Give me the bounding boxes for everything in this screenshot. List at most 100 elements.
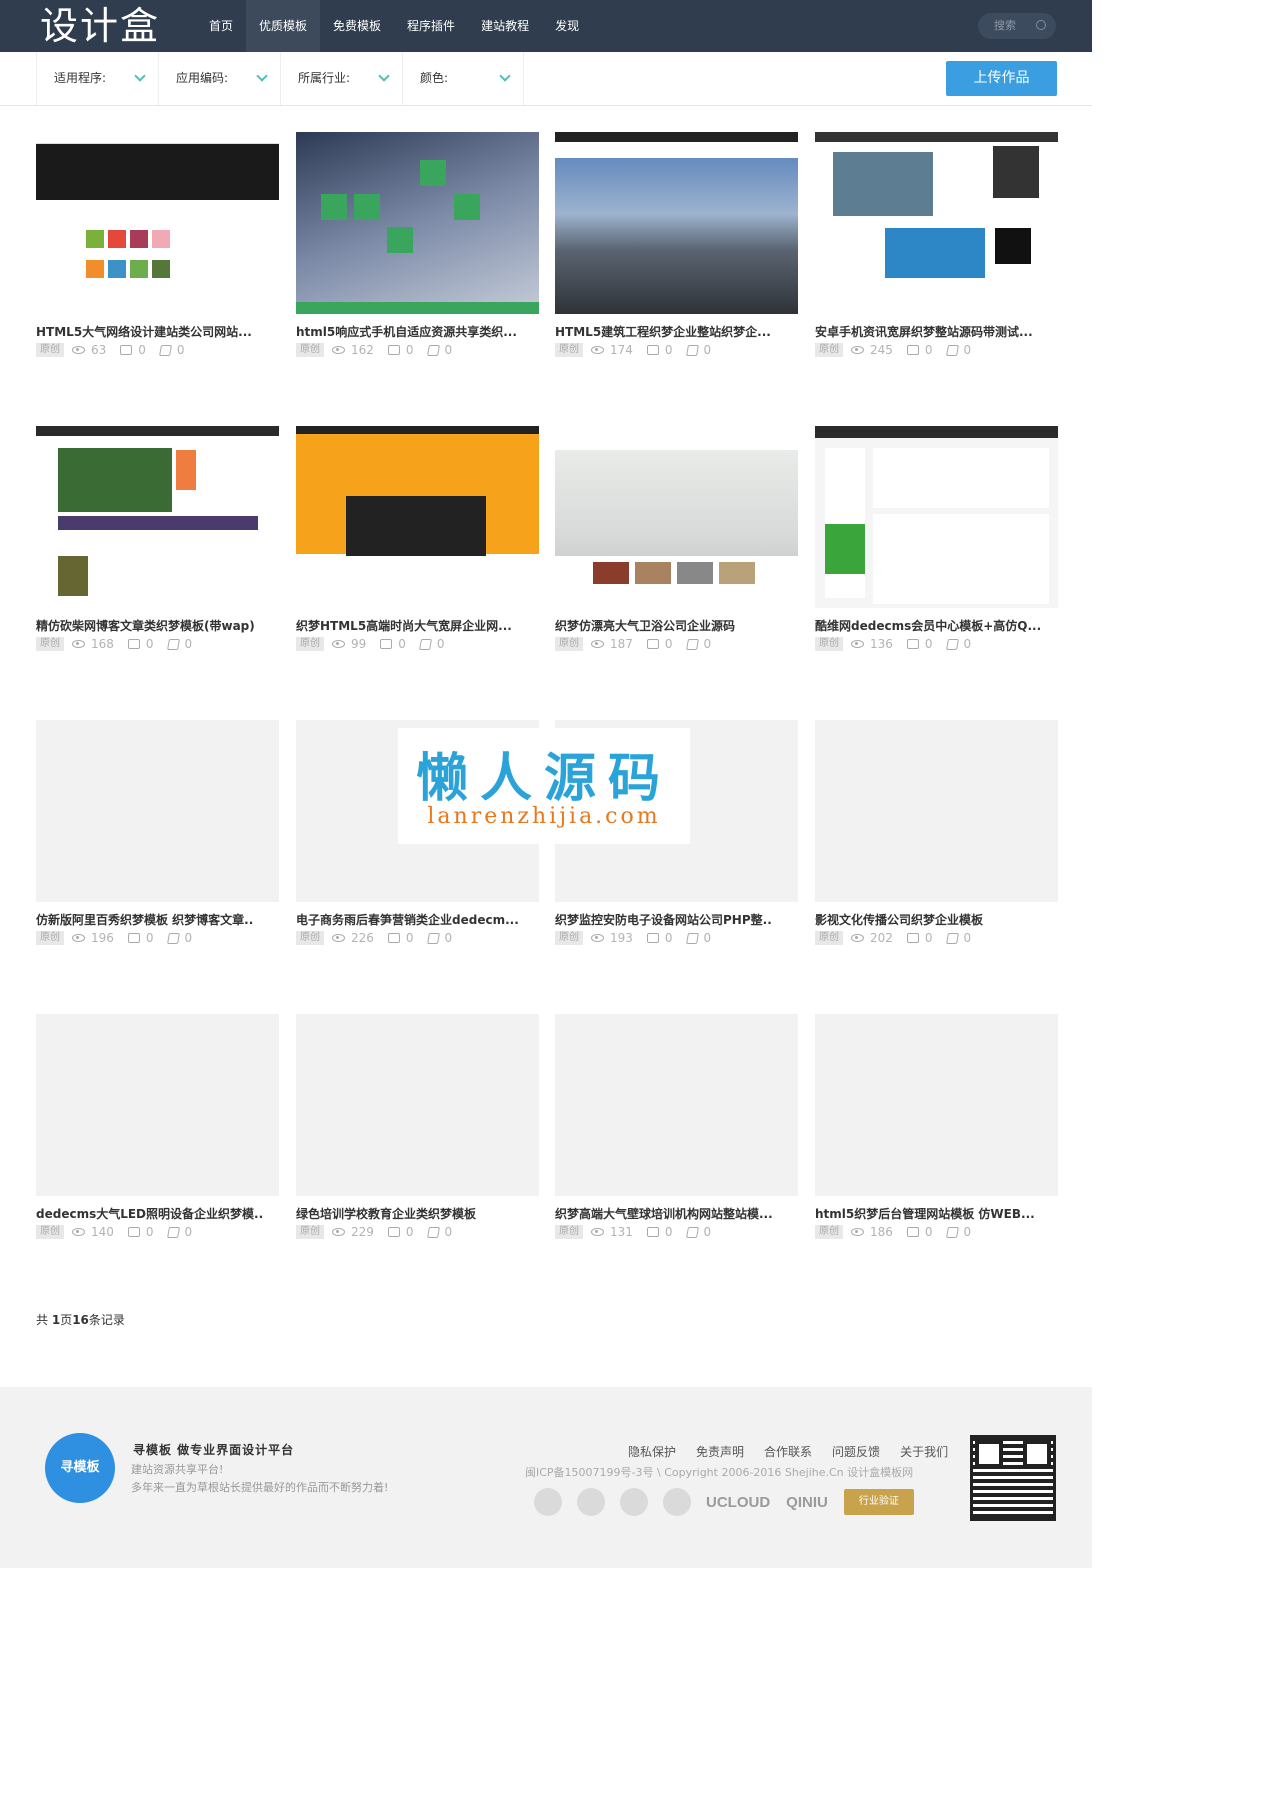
template-meta: 原创 168 0 0 [36, 636, 279, 652]
template-card[interactable]: 织梦高端大气壁球培训机构网站整站模... 原创 131 0 0 [555, 1014, 798, 1240]
comment-icon [646, 345, 659, 355]
template-card[interactable]: 安卓手机资讯宽屏织梦整站源码带测试... 原创 245 0 0 [815, 132, 1058, 358]
view-count: 136 [870, 637, 893, 651]
template-title[interactable]: 精仿砍柴网博客文章类织梦模板(带wap) [36, 617, 279, 635]
template-card[interactable]: 织梦仿漂亮大气卫浴公司企业源码 原创 187 0 0 [555, 426, 798, 652]
nav-discover[interactable]: 发现 [542, 0, 592, 52]
template-thumbnail[interactable] [555, 1014, 798, 1196]
template-title[interactable]: html5织梦后台管理网站模板 仿WEB... [815, 1205, 1058, 1223]
footer-logo[interactable]: 寻模板 [45, 1433, 115, 1503]
eye-logo-icon[interactable] [534, 1488, 562, 1516]
template-card[interactable]: 织梦HTML5高端时尚大气宽屏企业网... 原创 99 0 0 [296, 426, 539, 652]
template-title[interactable]: HTML5大气网络设计建站类公司网站... [36, 323, 279, 341]
comment-count: 0 [924, 931, 933, 945]
share-icon [166, 638, 180, 650]
pinterest-icon[interactable] [620, 1488, 648, 1516]
template-thumbnail[interactable] [815, 1014, 1058, 1196]
template-title[interactable]: 织梦监控安防电子设备网站公司PHP整.. [555, 911, 798, 929]
share-count: 0 [184, 637, 193, 651]
template-thumbnail[interactable] [36, 1014, 279, 1196]
comment-icon [387, 933, 400, 943]
comment-count: 0 [664, 343, 673, 357]
filter-industry[interactable]: 所属行业: [280, 52, 402, 105]
template-thumbnail[interactable] [815, 426, 1058, 608]
filter-encoding[interactable]: 应用编码: [158, 52, 280, 105]
template-thumbnail[interactable] [296, 132, 539, 314]
search-input[interactable]: 搜索 [978, 13, 1056, 39]
nav-tutorials[interactable]: 建站教程 [468, 0, 542, 52]
template-card[interactable]: HTML5大气网络设计建站类公司网站... 原创 63 0 0 [36, 132, 279, 358]
filter-bar: 适用程序: 应用编码: 所属行业: 颜色: 上传作品 [0, 52, 1092, 106]
template-meta: 原创 136 0 0 [815, 636, 1058, 652]
site-logo[interactable]: 设计盒 [40, 0, 190, 52]
template-thumbnail[interactable] [555, 132, 798, 314]
share-count: 0 [703, 931, 712, 945]
template-title[interactable]: dedecms大气LED照明设备企业织梦模.. [36, 1205, 279, 1223]
watermark-overlay: 懒人源码 lanrenzhijia.com [398, 728, 690, 844]
template-thumbnail[interactable] [36, 132, 279, 314]
qr-code-icon [970, 1435, 1056, 1521]
filter-program[interactable]: 适用程序: [36, 52, 158, 105]
share-icon [158, 344, 172, 356]
template-card[interactable]: 精仿砍柴网博客文章类织梦模板(带wap) 原创 168 0 0 [36, 426, 279, 652]
nav-free-templates[interactable]: 免费模板 [320, 0, 394, 52]
view-count: 202 [870, 931, 893, 945]
template-meta: 原创 193 0 0 [555, 930, 798, 946]
eye-icon [332, 346, 345, 354]
template-thumbnail[interactable] [555, 426, 798, 608]
eye-icon [591, 1228, 604, 1236]
nav-premium-templates[interactable]: 优质模板 [246, 0, 321, 52]
record-prefix: 共 [36, 1313, 52, 1327]
template-title[interactable]: 安卓手机资讯宽屏织梦整站源码带测试... [815, 323, 1058, 341]
template-card[interactable]: 影视文化传播公司织梦企业模板 原创 202 0 0 [815, 720, 1058, 946]
comment-icon [387, 345, 400, 355]
original-badge: 原创 [296, 931, 324, 945]
template-title[interactable]: 织梦高端大气壁球培训机构网站整站模... [555, 1205, 798, 1223]
weibo-icon[interactable] [663, 1488, 691, 1516]
template-card[interactable]: 绿色培训学校教育企业类织梦模板 原创 229 0 0 [296, 1014, 539, 1240]
footer-link-privacy[interactable]: 隐私保护 [628, 1443, 676, 1460]
template-title[interactable]: 织梦仿漂亮大气卫浴公司企业源码 [555, 617, 798, 635]
template-thumbnail[interactable] [36, 720, 279, 902]
comment-count: 0 [145, 931, 154, 945]
footer-link-cooperation[interactable]: 合作联系 [764, 1443, 812, 1460]
footer-link-disclaimer[interactable]: 免责声明 [696, 1443, 744, 1460]
template-thumbnail[interactable] [296, 426, 539, 608]
template-card[interactable]: html5织梦后台管理网站模板 仿WEB... 原创 186 0 0 [815, 1014, 1058, 1240]
filter-color[interactable]: 颜色: [402, 52, 524, 105]
page-total: 1 [51, 1313, 61, 1327]
nav-home[interactable]: 首页 [196, 0, 246, 52]
template-title[interactable]: 绿色培训学校教育企业类织梦模板 [296, 1205, 539, 1223]
upload-work-button[interactable]: 上传作品 [946, 61, 1057, 96]
template-card[interactable]: 酷维网dedecms会员中心模板+高仿Q... 原创 136 0 0 [815, 426, 1058, 652]
template-title[interactable]: 电子商务雨后春笋营销类企业dedecm... [296, 911, 539, 929]
original-badge: 原创 [296, 637, 324, 651]
template-thumbnail[interactable] [296, 1014, 539, 1196]
filter-label: 适用程序: [54, 71, 107, 85]
template-card[interactable]: HTML5建筑工程织梦企业整站织梦企... 原创 174 0 0 [555, 132, 798, 358]
chevron-down-icon [499, 70, 511, 82]
wechat-icon[interactable] [577, 1488, 605, 1516]
template-card[interactable]: html5响应式手机自适应资源共享类织... 原创 162 0 0 [296, 132, 539, 358]
template-title[interactable]: HTML5建筑工程织梦企业整站织梦企... [555, 323, 798, 341]
template-title[interactable]: 酷维网dedecms会员中心模板+高仿Q... [815, 617, 1058, 635]
template-title[interactable]: 织梦HTML5高端时尚大气宽屏企业网... [296, 617, 539, 635]
comment-icon [127, 1227, 140, 1237]
footer-link-about[interactable]: 关于我们 [900, 1443, 948, 1460]
template-card[interactable]: dedecms大气LED照明设备企业织梦模.. 原创 140 0 0 [36, 1014, 279, 1240]
template-title[interactable]: 影视文化传播公司织梦企业模板 [815, 911, 1058, 929]
template-thumbnail[interactable] [815, 132, 1058, 314]
template-title[interactable]: 仿新版阿里百秀织梦模板 织梦博客文章.. [36, 911, 279, 929]
search-icon[interactable] [1036, 20, 1046, 30]
template-title[interactable]: html5响应式手机自适应资源共享类织... [296, 323, 539, 341]
template-thumbnail[interactable] [815, 720, 1058, 902]
original-badge: 原创 [815, 931, 843, 945]
search-placeholder: 搜索 [994, 19, 1016, 32]
footer-link-feedback[interactable]: 问题反馈 [832, 1443, 880, 1460]
template-meta: 原创 202 0 0 [815, 930, 1058, 946]
share-count: 0 [963, 343, 972, 357]
template-thumbnail[interactable] [36, 426, 279, 608]
template-card[interactable]: 仿新版阿里百秀织梦模板 织梦博客文章.. 原创 196 0 0 [36, 720, 279, 946]
nav-plugins[interactable]: 程序插件 [394, 0, 468, 52]
comment-icon [646, 933, 659, 943]
